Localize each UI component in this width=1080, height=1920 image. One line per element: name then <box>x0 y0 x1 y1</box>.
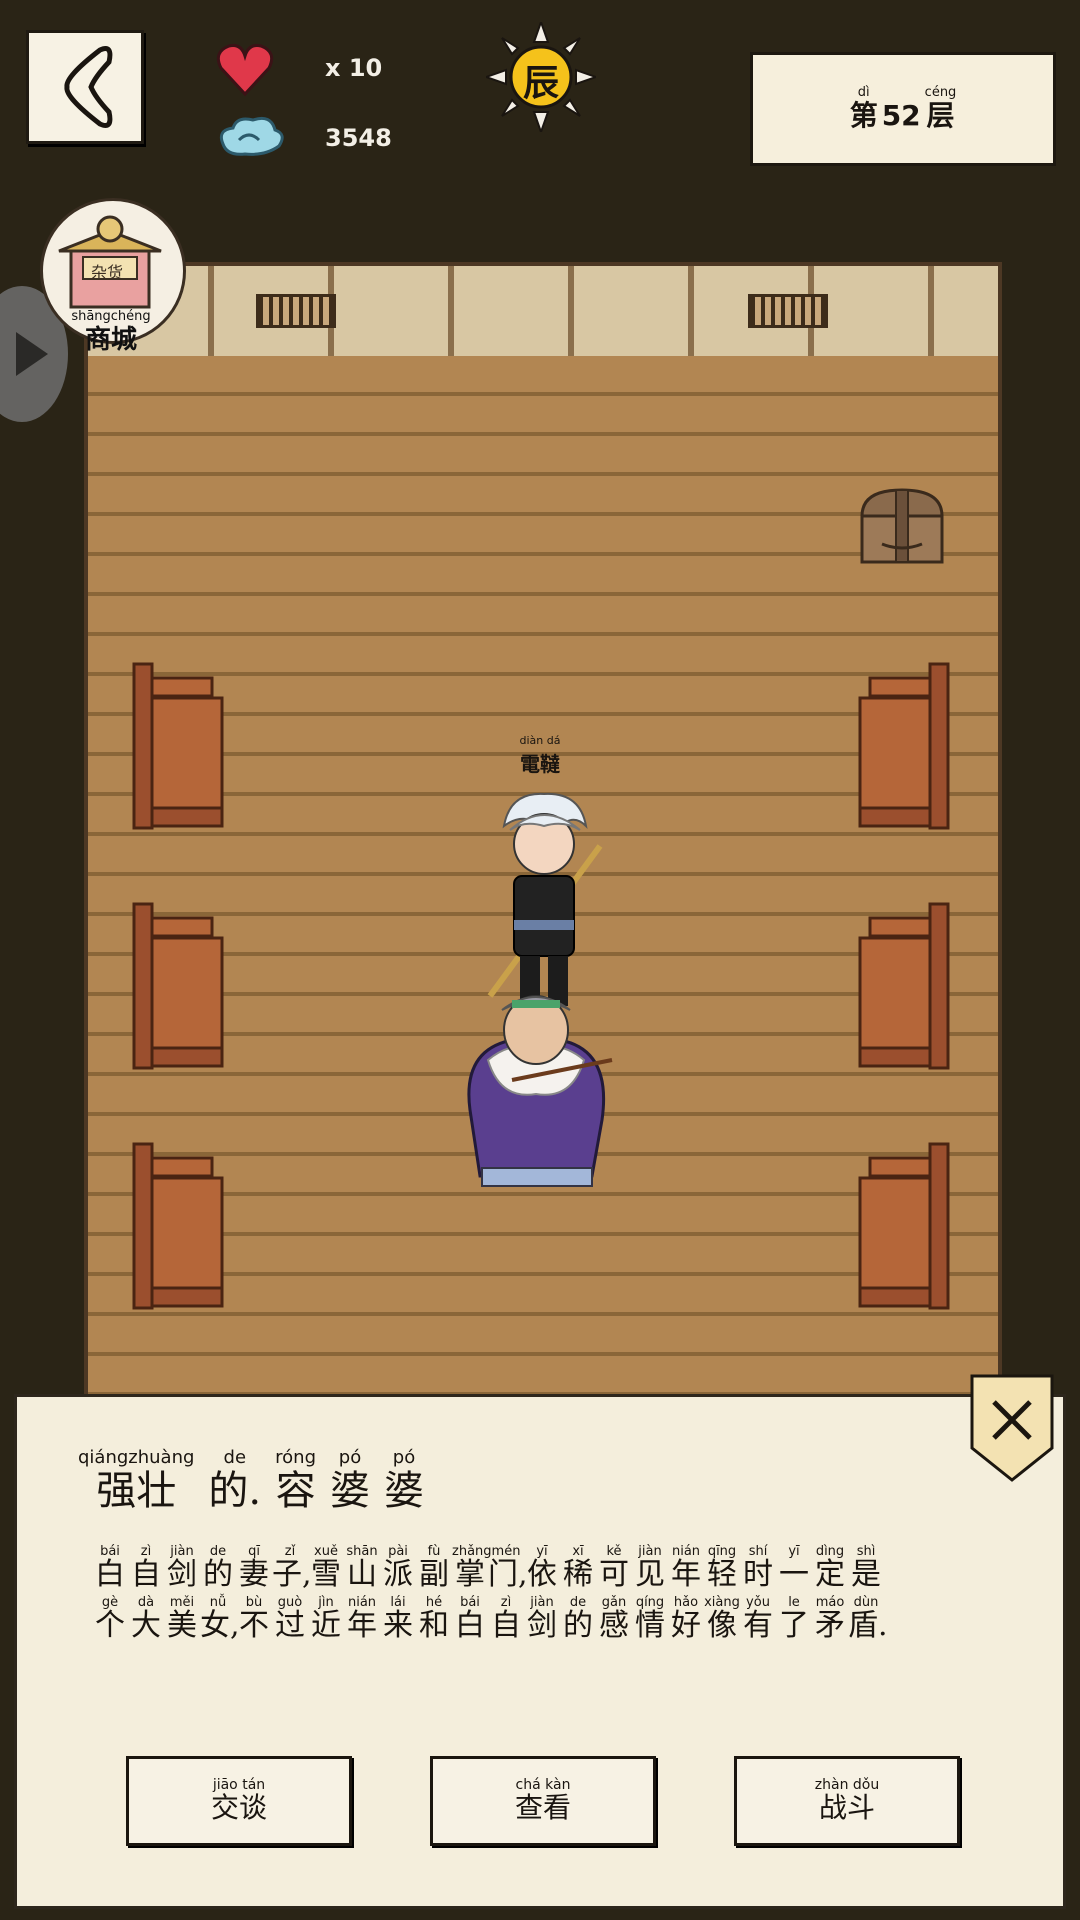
description-char: bái 白 <box>95 1544 125 1592</box>
close-icon <box>970 1374 1054 1482</box>
description-char: yǒu 有 <box>743 1595 773 1643</box>
description-char: fù 副 <box>419 1544 449 1592</box>
wall-vent <box>256 294 336 328</box>
room-wall <box>88 266 998 360</box>
treasure-chest[interactable] <box>856 486 948 566</box>
chair-left-1 <box>128 658 232 834</box>
description-char: lái 来 <box>383 1595 413 1643</box>
description-char: bù 不 <box>239 1595 269 1643</box>
back-button[interactable] <box>26 30 144 144</box>
chest-icon <box>860 488 944 564</box>
shop-sign-text: 杂货 <box>91 263 124 282</box>
fight-button[interactable]: zhàn dǒu 战斗 <box>734 1756 960 1846</box>
description-char: hǎo 好 <box>671 1595 701 1643</box>
description-char: nián 年 <box>347 1595 377 1643</box>
description-char: hé 和 <box>419 1595 449 1643</box>
description-char: qíng 情 <box>635 1595 665 1643</box>
description-line: gè 个 dà 大 měi 美 nǚ 女, bù 不 guò 过 jìn 近 nián 年 lái 来 hé 和 bái… <box>92 1595 992 1642</box>
description-char: zì 自 <box>491 1595 521 1643</box>
chair-left-3 <box>128 1138 232 1314</box>
npc-description: bái 白 zì 自 jiàn 剑 de 的 qī 妻 zǐ 子, xuě 雪 shān 山 pài 派 fù 副 zh… <box>92 1544 992 1646</box>
wall-vent <box>748 294 828 328</box>
description-char: yī 一 <box>779 1544 809 1592</box>
cloud-icon <box>219 116 284 156</box>
lives-count: x 10 <box>325 54 383 82</box>
npc-old-woman[interactable] <box>452 990 620 1190</box>
description-char: měi 美 <box>167 1595 197 1643</box>
description-char: guò 过 <box>275 1595 305 1643</box>
description-char: de 的 <box>203 1544 233 1592</box>
description-char: gǎn 感 <box>599 1595 629 1643</box>
chair-right-2 <box>850 898 954 1074</box>
description-char: shān 山 <box>346 1544 378 1592</box>
back-arrow-icon <box>64 46 113 128</box>
description-char: mén 门, <box>488 1544 528 1592</box>
description-char: zhǎng 掌 <box>452 1544 492 1592</box>
description-char: nǚ 女, <box>200 1595 240 1643</box>
description-char: dùn 盾. <box>848 1595 888 1643</box>
time-badge-text: 辰 <box>523 62 560 104</box>
lives-stat: x 10 <box>215 40 382 104</box>
swordsman-sprite <box>487 792 603 1006</box>
description-char: xuě 雪 <box>311 1544 341 1592</box>
description-char: zǐ 子, <box>272 1544 312 1592</box>
description-char: jiàn 剑 <box>167 1544 197 1592</box>
time-of-day-sun: 辰 <box>482 18 600 136</box>
description-char: jiàn 剑 <box>527 1595 557 1643</box>
description-char: dà 大 <box>131 1595 161 1643</box>
shop-label: shāngchéng 商城 <box>71 309 151 356</box>
chair-right-3 <box>850 1138 954 1314</box>
spirit-stat: 3548 <box>215 110 392 166</box>
floor-indicator: dì 第 52 céng 层 <box>750 52 1056 166</box>
description-char: shì 是 <box>851 1544 881 1592</box>
description-char: jiàn 见 <box>635 1544 665 1592</box>
talk-button[interactable]: jiāo tán 交谈 <box>126 1756 352 1846</box>
chair-left-2 <box>128 898 232 1074</box>
description-char: nián 年 <box>671 1544 701 1592</box>
description-char: shí 时 <box>743 1544 773 1592</box>
description-char: kě 可 <box>599 1544 629 1592</box>
description-char: qī 妻 <box>239 1544 269 1592</box>
npc-title: qiángzhuàng 强壮 de 的. róng 容 pó 婆 pó 婆 <box>78 1447 424 1515</box>
spirit-count: 3548 <box>325 124 392 152</box>
hero-name: diàn dá 電韃 <box>519 734 561 776</box>
description-char: dìng 定 <box>815 1544 845 1592</box>
player-character <box>480 786 610 1016</box>
description-char: jìn 近 <box>311 1595 341 1643</box>
description-char: bái 白 <box>455 1595 485 1643</box>
inspect-button[interactable]: chá kàn 查看 <box>430 1756 656 1846</box>
heart-icon <box>216 44 274 97</box>
description-char: xī 稀 <box>563 1544 593 1592</box>
description-char: qīng 轻 <box>707 1544 737 1592</box>
description-char: zì 自 <box>131 1544 161 1592</box>
description-line: bái 白 zì 自 jiàn 剑 de 的 qī 妻 zǐ 子, xuě 雪 shān 山 pài 派 fù 副 zh… <box>92 1544 992 1591</box>
close-dialog-button[interactable] <box>968 1372 1056 1484</box>
description-char: pài 派 <box>383 1544 413 1592</box>
description-char: yī 依 <box>527 1544 557 1592</box>
description-char: de 的 <box>563 1595 593 1643</box>
old-woman-sprite <box>467 995 613 1187</box>
description-char: le 了 <box>779 1595 809 1643</box>
description-char: gè 个 <box>95 1595 125 1643</box>
floor-label: dì 第 52 céng 层 <box>849 85 957 132</box>
description-char: xiàng 像 <box>704 1595 740 1643</box>
chair-right-1 <box>850 658 954 834</box>
description-char: máo 矛 <box>815 1595 845 1643</box>
